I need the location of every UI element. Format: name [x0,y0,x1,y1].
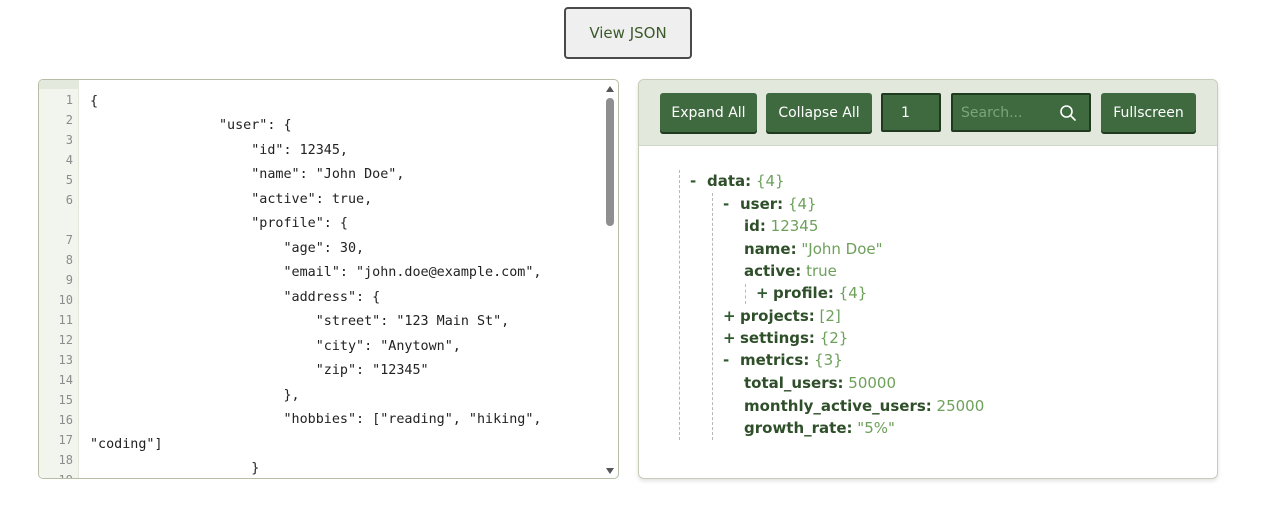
collapse-toggle-icon[interactable]: - [723,350,740,370]
line-number: 18 [58,453,73,467]
tree-node-settings[interactable]: + settings: {2} [723,328,848,348]
line-number: 15 [58,393,73,407]
code-line: "age": 30, [90,241,365,256]
code-line: "user": { [90,118,292,133]
code-line: { [90,94,99,109]
editor-scrollbar[interactable] [604,83,616,477]
tree-node-user[interactable]: - user: {4} [723,194,817,214]
scrollbar-thumb[interactable] [606,98,614,226]
line-number: 1 [65,93,73,107]
tree-guide-line [679,170,680,440]
code-line: } [90,461,260,476]
search-input[interactable] [959,102,1054,124]
node-key: monthly_active_users: [744,397,932,415]
node-key: settings: [740,329,815,347]
node-key: id: [744,217,766,235]
code-line: "active": true, [90,192,373,207]
node-key: data: [707,172,752,190]
expand-all-button[interactable]: Expand All [660,93,757,132]
line-number: 19 [39,473,73,478]
json-tree-viewer: Expand All Collapse All Fullscreen -data… [638,79,1218,479]
collapse-all-button[interactable]: Collapse All [766,93,872,132]
line-number-gutter: 1 2 3 4 5 6 7 8 9 10 11 12 13 14 15 16 1… [39,80,79,478]
line-number: 10 [58,293,73,307]
code-line: "hobbies": ["reading", "hiking", [90,412,542,427]
node-count: {4} [755,172,785,190]
line-number: 3 [65,133,73,147]
line-number: 14 [58,373,73,387]
expand-toggle-icon[interactable]: + [723,328,740,348]
expand-toggle-icon[interactable]: + [756,283,773,303]
expand-toggle-icon[interactable]: + [723,306,740,326]
node-key: name: [744,240,797,258]
tree-guide-line [745,284,746,304]
tree-node-monthly-active-users: monthly_active_users: 25000 [744,396,984,416]
tree-node-name: name: "John Doe" [744,239,883,259]
collapse-toggle-icon[interactable]: - [690,171,707,191]
tree-toolbar: Expand All Collapse All Fullscreen [639,80,1217,146]
node-key: growth_rate: [744,419,853,437]
line-number: 9 [65,273,73,287]
scroll-down-arrow-icon[interactable] [606,468,614,474]
node-value: true [806,262,837,280]
depth-input[interactable] [881,93,941,132]
line-number: 7 [65,233,73,247]
view-json-button[interactable]: View JSON [564,7,692,59]
tree-node-total-users: total_users: 50000 [744,373,896,393]
node-key: total_users: [744,374,844,392]
tree-node-id: id: 12345 [744,216,818,236]
node-count: {4} [838,284,868,302]
line-number: 16 [58,413,73,427]
code-line: "coding"] [90,437,163,452]
search-box[interactable] [951,93,1091,132]
json-tree: - data: {4} - user: {4} id: 12345 name: "J… [639,146,1217,478]
node-count: {2} [819,329,849,347]
tree-node-profile[interactable]: + profile: {4} [756,283,867,303]
line-number: 17 [58,433,73,447]
code-line: "email": "john.doe@example.com", [90,265,542,280]
node-value: 12345 [770,217,819,235]
line-number: 13 [58,353,73,367]
scroll-up-arrow-icon[interactable] [606,86,614,92]
fullscreen-button[interactable]: Fullscreen [1101,93,1196,132]
node-key: projects: [740,307,815,325]
line-number: 5 [65,173,73,187]
node-value: "John Doe" [801,240,883,258]
json-editor[interactable]: 1 2 3 4 5 6 7 8 9 10 11 12 13 14 15 16 1… [38,79,619,479]
node-key: metrics: [740,351,810,369]
tree-node-projects[interactable]: + projects: [2] [723,306,841,326]
line-number: 4 [65,153,73,167]
line-number: 12 [58,333,73,347]
node-key: profile: [773,284,834,302]
line-number: 8 [65,253,73,267]
code-line: "city": "Anytown", [90,339,461,354]
tree-node-growth-rate: growth_rate: "5%" [744,418,895,438]
node-count: {3} [814,351,843,369]
line-number: 6 [65,193,73,207]
line-number: 11 [58,313,73,327]
node-value: "5%" [857,419,895,437]
code-line: }, [90,388,300,403]
node-value: 50000 [848,374,897,392]
gutter-header [39,80,79,89]
code-line: "zip": "12345" [90,363,429,378]
tree-guide-line [712,193,713,440]
search-icon[interactable] [1059,104,1077,122]
tree-node-data[interactable]: - data: {4} [690,171,785,191]
line-number: 2 [65,113,73,127]
tree-node-active: active: true [744,261,837,281]
code-line: "address": { [90,290,381,305]
code-line: "id": 12345, [90,143,348,158]
node-count: [2] [819,307,841,325]
code-line: "street": "123 Main St", [90,314,510,329]
node-count: {4} [787,195,817,213]
tree-node-metrics[interactable]: - metrics: {3} [723,350,843,370]
node-key: active: [744,262,802,280]
code-line: "name": "John Doe", [90,167,405,182]
collapse-toggle-icon[interactable]: - [723,194,740,214]
code-line: "profile": { [90,216,348,231]
node-value: 25000 [936,397,985,415]
node-key: user: [740,195,784,213]
